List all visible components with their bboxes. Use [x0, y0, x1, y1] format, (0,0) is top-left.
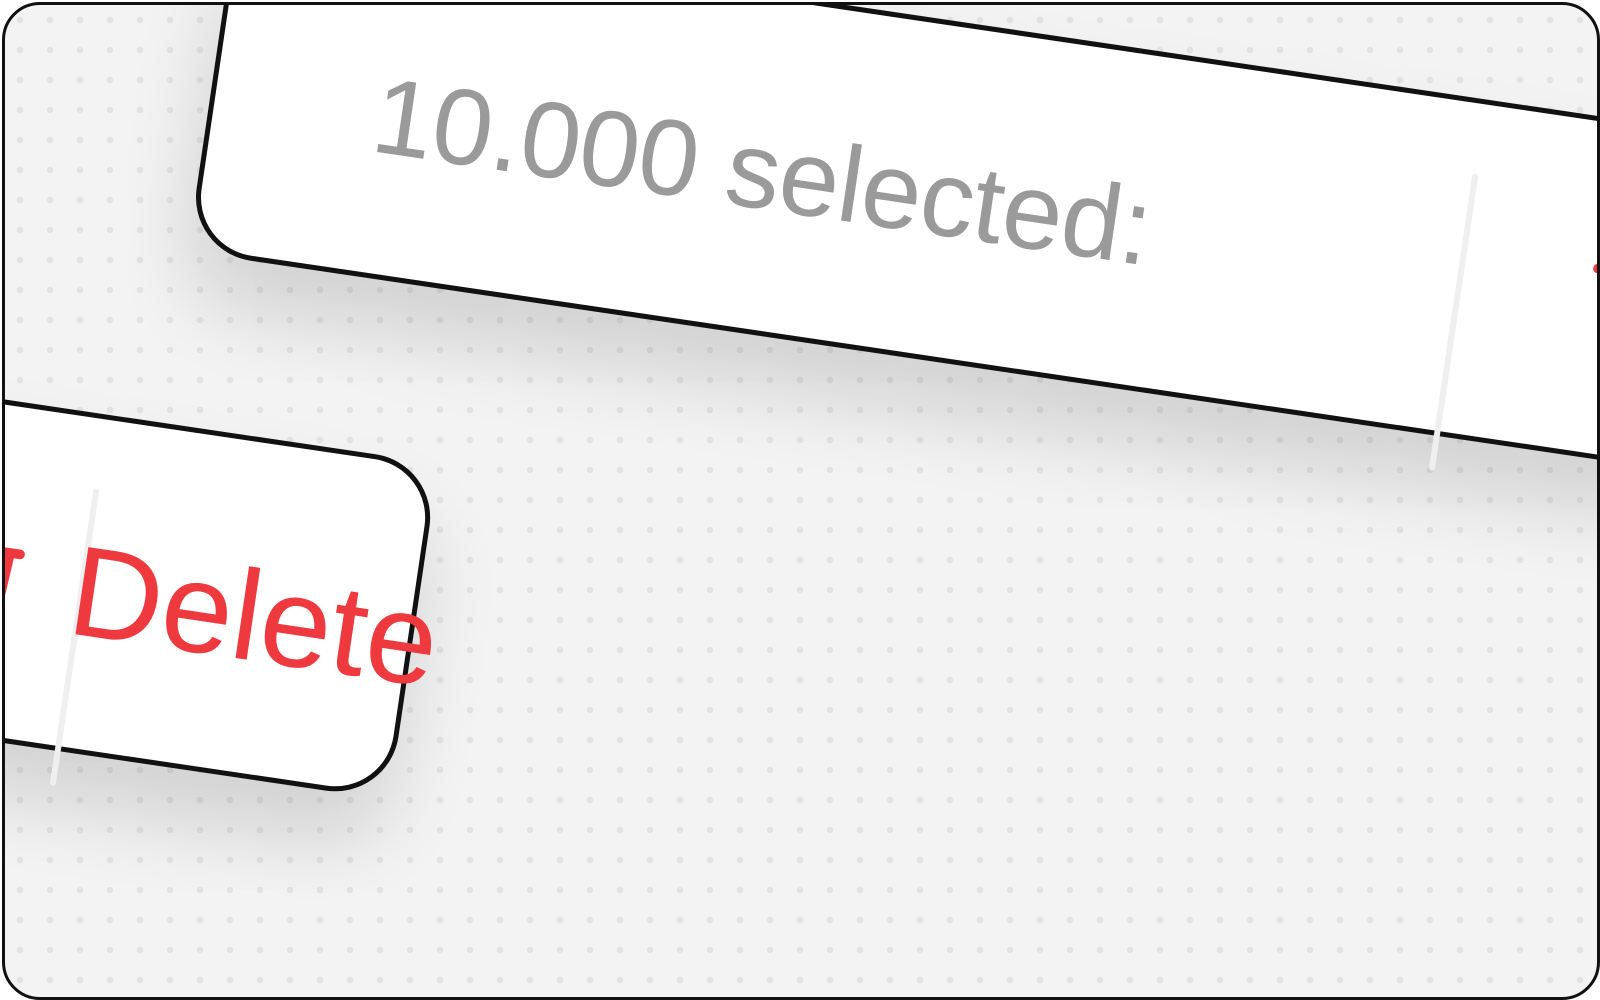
delete-button[interactable]: Delete	[1577, 232, 1597, 434]
selection-count: 10.000 selected:	[365, 53, 1160, 289]
delete-label: Delete	[60, 519, 448, 715]
canvas: 10.000 selected: Delete 10.000 selected:	[2, 2, 1600, 1000]
trash-icon	[5, 537, 25, 625]
divider	[1428, 173, 1479, 471]
trash-icon	[1593, 263, 1597, 286]
selection-bar: 10.000 selected: Delete	[187, 5, 1597, 472]
selection-bar: 10.000 selected: Delete	[5, 243, 448, 800]
